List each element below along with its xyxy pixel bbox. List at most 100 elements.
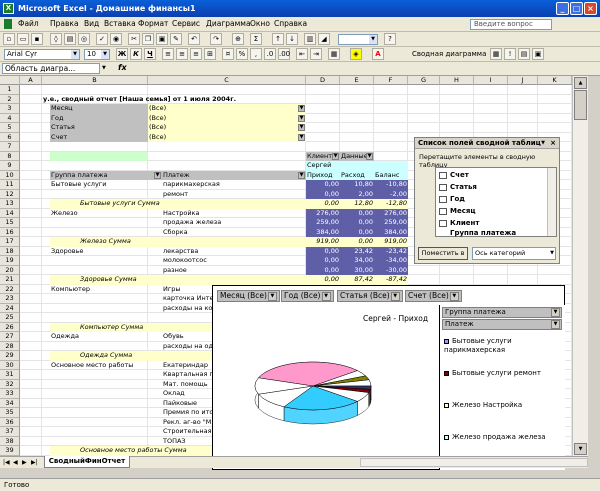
chevron-down-icon[interactable]: ▼ xyxy=(298,124,305,131)
row-header[interactable]: 27 xyxy=(0,332,20,342)
row-header[interactable]: 21 xyxy=(0,275,20,285)
row-header[interactable]: 18 xyxy=(0,246,20,256)
income-cell[interactable]: 0,00 xyxy=(306,265,340,275)
copy-icon[interactable]: ❐ xyxy=(142,33,154,45)
row-header[interactable]: 17 xyxy=(0,237,20,247)
align-left-icon[interactable]: ≡ xyxy=(162,48,174,60)
group-cell[interactable] xyxy=(50,418,162,428)
new-icon[interactable]: ▫ xyxy=(3,33,15,45)
maximize-button[interactable]: □ xyxy=(570,2,583,15)
chart-filter-month[interactable]: Месяц (Все) ▼ xyxy=(217,290,280,302)
column-header[interactable]: F xyxy=(374,76,408,85)
group-cell[interactable] xyxy=(50,380,162,390)
expense-cell[interactable]: 30,00 xyxy=(340,265,374,275)
menu-help[interactable]: Справка xyxy=(274,19,307,28)
expense-cell[interactable]: 23,42 xyxy=(340,246,374,256)
autosum-icon[interactable]: Σ xyxy=(250,33,262,45)
name-box-dropdown[interactable]: ▼ xyxy=(102,63,110,74)
payment-cell[interactable]: продажа железа xyxy=(162,218,258,228)
payment-cell[interactable]: парикмахерская xyxy=(162,180,258,190)
chevron-down-icon[interactable]: ▼ xyxy=(298,171,305,179)
row-header[interactable]: 36 xyxy=(0,417,20,427)
menu-chart[interactable]: Диаграмма xyxy=(206,19,251,28)
chart-filter-account[interactable]: Счет (Все) ▼ xyxy=(405,290,462,302)
row-header[interactable]: 29 xyxy=(0,351,20,361)
row-header[interactable]: 32 xyxy=(0,379,20,389)
row-header[interactable]: 23 xyxy=(0,294,20,304)
increase-indent-icon[interactable]: ⇥ xyxy=(310,48,322,60)
row-header[interactable]: 28 xyxy=(0,341,20,351)
balance-cell[interactable]: 384,00 xyxy=(374,227,408,237)
field-list-scrollbar[interactable] xyxy=(547,168,556,236)
group-cell[interactable] xyxy=(50,218,162,228)
spelling-icon[interactable]: ✓ xyxy=(96,33,108,45)
income-cell[interactable]: 0,00 xyxy=(306,246,340,256)
format-painter-icon[interactable]: ✎ xyxy=(170,33,182,45)
chevron-down-icon[interactable]: ▼ xyxy=(298,105,305,112)
income-cell[interactable]: 0,00 xyxy=(306,189,340,199)
group-cell[interactable] xyxy=(50,408,162,418)
chart-filter-year[interactable]: Год (Все) ▼ xyxy=(281,290,334,302)
redo-icon[interactable]: ↷ xyxy=(210,33,222,45)
group-cell[interactable] xyxy=(50,228,162,238)
row-header[interactable]: 15 xyxy=(0,218,20,228)
cut-icon[interactable]: ✂ xyxy=(128,33,140,45)
income-cell[interactable]: 276,00 xyxy=(306,208,340,218)
print-icon[interactable]: ▤ xyxy=(64,33,76,45)
payment-cell[interactable]: ремонт xyxy=(162,190,258,200)
payment-cell[interactable]: лекарства xyxy=(162,247,258,257)
column-header[interactable]: C xyxy=(148,76,306,85)
menu-insert[interactable]: Вставка xyxy=(104,19,136,28)
next-sheet-icon[interactable]: ▶ xyxy=(22,459,27,466)
column-header[interactable]: I xyxy=(474,76,508,85)
help-icon[interactable]: ? xyxy=(384,33,396,45)
expense-cell[interactable]: 34,00 xyxy=(340,256,374,266)
expense-cell[interactable]: 0,00 xyxy=(340,227,374,237)
horizontal-scrollbar[interactable] xyxy=(360,458,588,467)
sheet-tab-active[interactable]: СводныйФинОтчет xyxy=(44,456,130,468)
decrease-decimal-icon[interactable]: .00 xyxy=(278,48,290,60)
column-header[interactable]: E xyxy=(340,76,374,85)
save-icon[interactable]: ▪ xyxy=(31,33,43,45)
pivot-field-item[interactable]: Год xyxy=(439,195,465,203)
chart-wizard-icon[interactable]: ▥ xyxy=(304,33,316,45)
row-header[interactable]: 7 xyxy=(0,142,20,152)
preview-icon[interactable]: ◎ xyxy=(78,33,90,45)
put-in-button[interactable]: Поместить в xyxy=(418,247,468,260)
last-sheet-icon[interactable]: ▶| xyxy=(31,459,38,466)
expense-cell[interactable]: 0,00 xyxy=(340,218,374,228)
menu-format[interactable]: Формат xyxy=(138,19,168,28)
income-cell[interactable]: 0,00 xyxy=(306,256,340,266)
group-cell[interactable] xyxy=(50,437,162,447)
row-header[interactable]: 13 xyxy=(0,199,20,209)
vertical-scroll-thumb[interactable] xyxy=(574,90,587,120)
row-header[interactable]: 16 xyxy=(0,227,20,237)
expense-cell[interactable]: 2,00 xyxy=(340,189,374,199)
decrease-indent-icon[interactable]: ⇤ xyxy=(296,48,308,60)
group-cell[interactable]: Основное место работы xyxy=(50,361,162,371)
sort-desc-icon[interactable]: ↓ xyxy=(286,33,298,45)
fx-icon[interactable]: fx xyxy=(118,63,127,72)
balance-cell[interactable]: -30,00 xyxy=(374,265,408,275)
row-header[interactable]: 25 xyxy=(0,313,20,323)
row-header[interactable]: 37 xyxy=(0,427,20,437)
row-header[interactable]: 35 xyxy=(0,408,20,418)
group-cell[interactable] xyxy=(50,304,162,314)
payment-cell[interactable]: Сборка xyxy=(162,228,258,238)
first-sheet-icon[interactable]: |◀ xyxy=(3,459,10,466)
row-header[interactable]: 6 xyxy=(0,132,20,142)
pivot-field-item[interactable]: Клиент xyxy=(439,219,479,227)
field-settings-icon[interactable]: ▤ xyxy=(518,48,530,60)
balance-cell[interactable]: -34,00 xyxy=(374,256,408,266)
pivot-field-listbox[interactable]: Счет Статья Год Месяц Клиент Группа плат… xyxy=(435,167,557,237)
group-cell[interactable] xyxy=(50,342,162,352)
chevron-down-icon[interactable]: ▼ xyxy=(298,133,305,141)
chevron-down-icon[interactable]: ▼ xyxy=(298,114,305,122)
filter-value[interactable]: (Все) ▼ xyxy=(148,113,306,123)
income-cell[interactable]: 384,00 xyxy=(306,227,340,237)
row-header[interactable]: 9 xyxy=(0,161,20,171)
payment-field-header[interactable]: Платеж ▼ xyxy=(162,170,306,180)
undo-icon[interactable]: ↶ xyxy=(188,33,200,45)
row-header[interactable]: 11 xyxy=(0,180,20,190)
column-header[interactable]: H xyxy=(440,76,474,85)
